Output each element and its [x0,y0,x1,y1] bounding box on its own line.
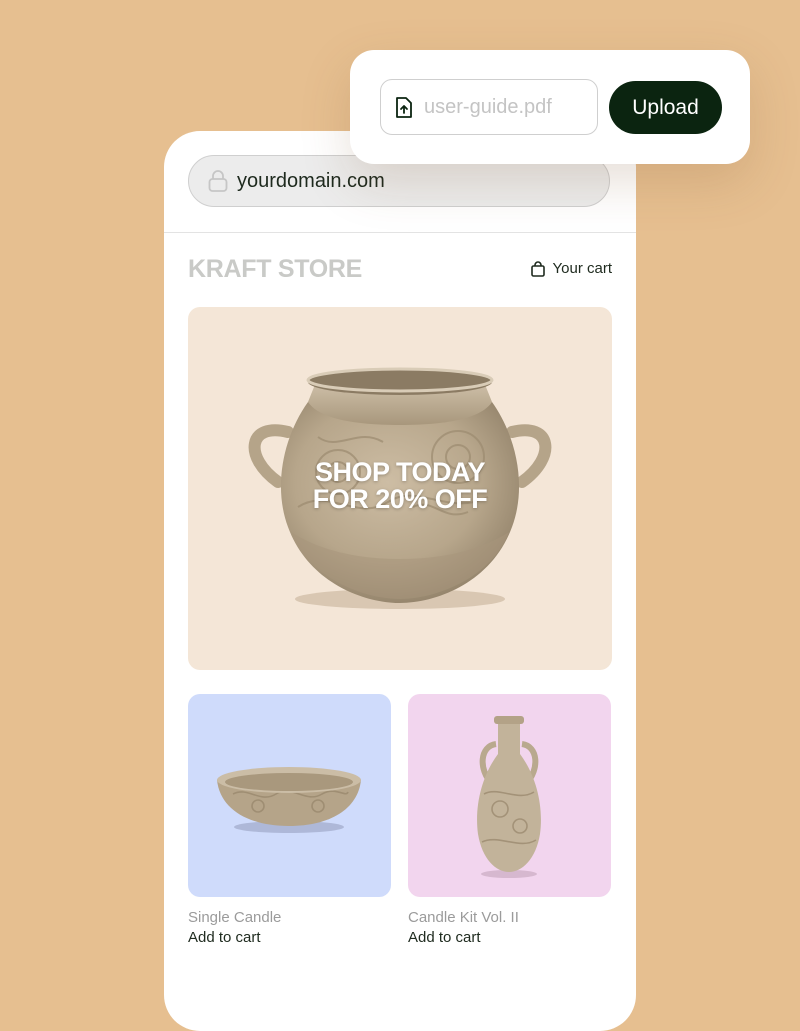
vase-image [477,716,541,878]
upload-button[interactable]: Upload [609,81,722,134]
product-card-bowl[interactable] [188,694,391,897]
url-text: yourdomain.com [237,169,385,192]
phone-frame: yourdomain.com KRAFT STORE Your cart SHO… [164,131,636,1031]
product-name: Candle Kit Vol. II [408,909,519,926]
lock-icon [208,170,228,192]
upload-panel: user-guide.pdf Upload [350,50,750,164]
hero-line-1: SHOP TODAY [314,457,486,487]
hero-banner[interactable]: SHOP TODAY FOR 20% OFF [188,307,612,670]
bowl-image [217,767,361,833]
file-upload-icon [396,96,412,118]
store-title[interactable]: KRAFT STORE [188,255,362,284]
hero-line-2: FOR 20% OFF [312,484,488,514]
file-input[interactable]: user-guide.pdf [380,79,598,135]
hero-promo-text: SHOP TODAY FOR 20% OFF [188,459,612,513]
add-to-cart-link[interactable]: Add to cart [408,929,481,946]
cart-label: Your cart [552,260,612,277]
file-name: user-guide.pdf [424,95,552,118]
add-to-cart-link[interactable]: Add to cart [188,929,261,946]
header-divider [164,232,636,233]
product-card-vase[interactable] [408,694,611,897]
cart-link[interactable]: Your cart [530,260,612,277]
product-name: Single Candle [188,909,282,926]
shopping-bag-icon [530,260,545,277]
